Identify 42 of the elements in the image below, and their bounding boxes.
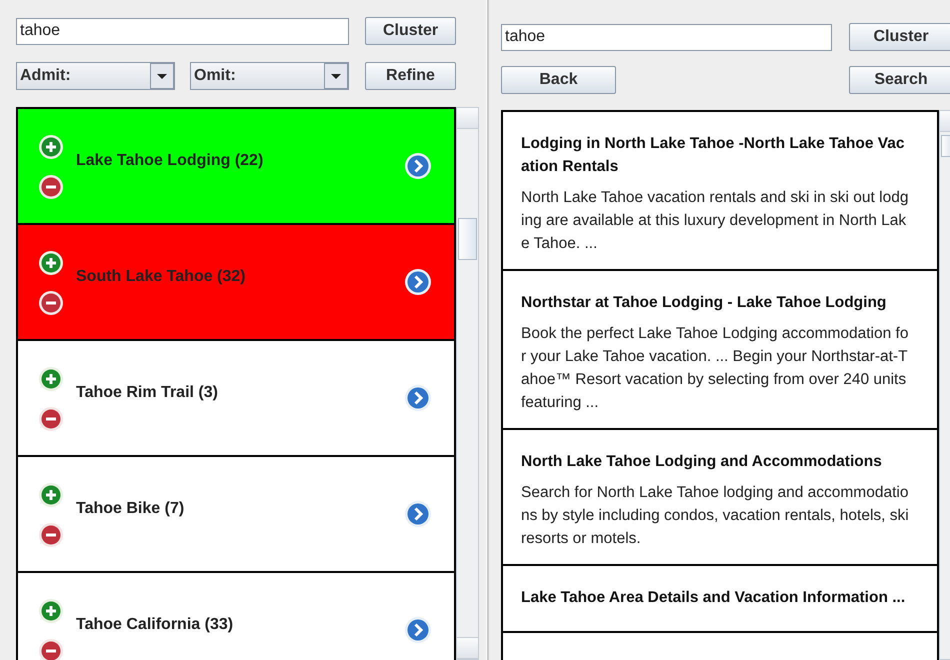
back-button[interactable]: Back bbox=[501, 66, 616, 94]
plus-icon[interactable] bbox=[38, 134, 64, 160]
result-snippet: Search for North Lake Tahoe lodging and accommodations by style including condos, vacation rentals, hotels, ski resorts or motels. bbox=[521, 483, 910, 549]
cluster-item[interactable]: South Lake Tahoe (32) bbox=[18, 225, 454, 341]
search-field[interactable]: tahoe bbox=[16, 18, 349, 44]
chevron-right-icon[interactable] bbox=[404, 616, 432, 644]
minus-icon[interactable] bbox=[38, 638, 64, 660]
search-field[interactable]: tahoe bbox=[501, 24, 832, 50]
cluster-item[interactable]: Lake Tahoe Lodging (22) bbox=[18, 109, 454, 225]
minus-icon[interactable] bbox=[38, 174, 64, 200]
result-title: Lodging in North Lake Tahoe -North Lake Tahoe Vacation Rentals bbox=[521, 134, 906, 177]
result-item[interactable]: Lake Tahoe Area Details and Vacation Information ... bbox=[503, 566, 937, 633]
cluster-label: South Lake Tahoe (32) bbox=[76, 268, 247, 286]
admit-dropdown[interactable]: Admit: bbox=[16, 62, 175, 90]
cluster-button[interactable]: Cluster bbox=[365, 17, 456, 45]
result-item[interactable]: Lodging in North Lake Tahoe -North Lake Tahoe Vacation Rentals North Lake Tahoe vacation rentals and ski in ski out lodging are available at this luxury development in North Lake Tahoe. ... bbox=[503, 112, 937, 271]
minus-icon[interactable] bbox=[38, 522, 64, 548]
cluster-label: Lake Tahoe Lodging (22) bbox=[76, 152, 264, 170]
cluster-label: Tahoe Rim Trail (3) bbox=[76, 384, 219, 402]
result-snippet: North Lake Tahoe vacation rentals and ski in ski out lodging are available at this luxury development in North Lake Tahoe. ... bbox=[521, 188, 910, 254]
plus-icon[interactable] bbox=[38, 482, 64, 508]
scrollbar[interactable] bbox=[456, 107, 479, 660]
chevron-right-icon[interactable] bbox=[404, 268, 432, 296]
cluster-button[interactable]: Cluster bbox=[849, 23, 950, 51]
result-snippet: Book the perfect Lake Tahoe Lodging accommodation for your Lake Tahoe vacation. ... Begin your Northstar-at-Tahoe™ Resort vacation by selecting from over 240 units featuring ... bbox=[521, 324, 910, 413]
cluster-label: Tahoe California (33) bbox=[76, 616, 234, 634]
plus-icon[interactable] bbox=[38, 598, 64, 624]
result-title: Northstar at Tahoe Lodging - Lake Tahoe Lodging bbox=[521, 293, 888, 313]
chevron-right-icon[interactable] bbox=[404, 500, 432, 528]
search-button[interactable]: Search bbox=[849, 66, 950, 94]
omit-dropdown[interactable]: Omit: bbox=[190, 62, 349, 90]
plus-icon[interactable] bbox=[38, 250, 64, 276]
chevron-right-icon[interactable] bbox=[404, 152, 432, 180]
result-title: Lake Tahoe Area Details and Vacation Information ... bbox=[521, 588, 906, 608]
cluster-label: Tahoe Bike (7) bbox=[76, 500, 186, 518]
minus-icon[interactable] bbox=[38, 406, 64, 432]
plus-icon[interactable] bbox=[38, 366, 64, 392]
minus-icon[interactable] bbox=[38, 290, 64, 316]
chevron-right-icon[interactable] bbox=[404, 384, 432, 412]
refine-button[interactable]: Refine bbox=[365, 62, 456, 90]
result-title: North Lake Tahoe Lodging and Accommodations bbox=[521, 452, 883, 472]
result-item[interactable]: North Lake Tahoe Lodging and Accommodations Search for North Lake Tahoe lodging and accommodations by style including condos, vacation rentals, hotels, ski resorts or motels. bbox=[503, 430, 937, 566]
